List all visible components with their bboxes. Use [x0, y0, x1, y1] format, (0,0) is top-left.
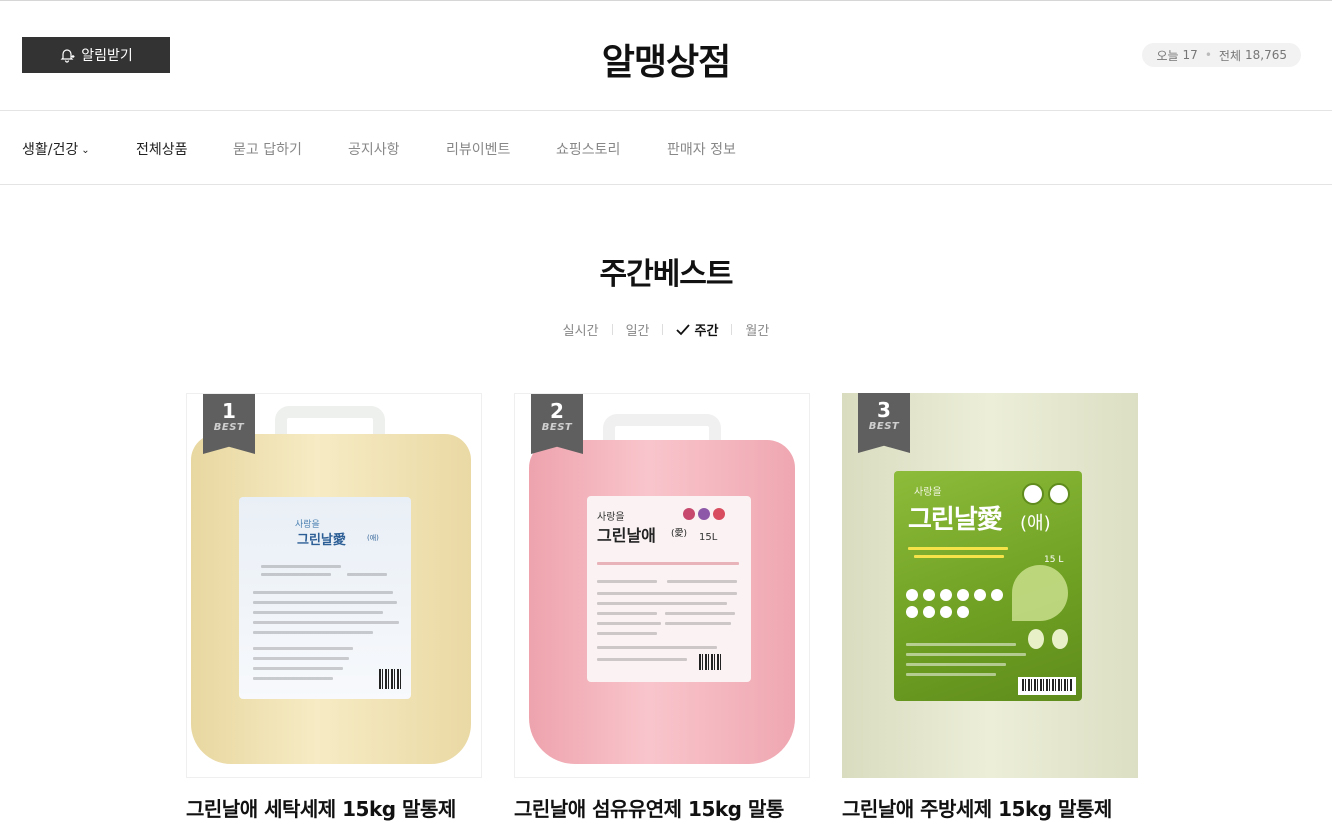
label-brand: 사랑을 [914, 487, 942, 498]
main-nav: 생활/건강 ⌄ 전체상품 묻고 답하기 공지사항 리뷰이벤트 쇼핑스토리 판매자 … [0, 112, 1332, 185]
nav-item-qna[interactable]: 묻고 답하기 [233, 139, 302, 159]
label-title: 그린날愛 [908, 505, 1003, 535]
tab-divider [611, 324, 613, 335]
best-label: BEST [541, 422, 573, 433]
tab-realtime[interactable]: 실시간 [561, 320, 601, 339]
label-sub: (애) [1020, 513, 1051, 534]
barcode [379, 669, 403, 689]
tab-daily[interactable]: 일간 [624, 320, 652, 339]
label-volume: 15 L [1044, 555, 1064, 565]
nav-category-dropdown[interactable]: 생활/건강 ⌄ [22, 139, 90, 159]
tab-divider [662, 324, 664, 335]
eco-badge-icon [1048, 483, 1070, 505]
label-sub: (愛) [671, 529, 688, 539]
rank-number: 2 [550, 399, 564, 423]
eco-badge-icon [1022, 483, 1044, 505]
leaf-bird-icon [1012, 565, 1068, 621]
flower-icons [683, 508, 727, 522]
nav-item-seller-info[interactable]: 판매자 정보 [667, 139, 736, 159]
product-label: 사랑을 그린날愛 (애) 15 L [894, 471, 1082, 701]
check-icon [676, 323, 691, 335]
product-name[interactable]: 그린날애 주방세제 15kg 말통제 [842, 795, 1142, 823]
visitor-counter: 오늘 17 • 전체 18,765 [1142, 43, 1301, 67]
chevron-down-icon: ⌄ [81, 145, 90, 156]
section-title: 주간베스트 [599, 257, 734, 292]
tab-monthly[interactable]: 월간 [743, 320, 771, 339]
product-label: 사랑을 그린날애 (愛) 15L [587, 496, 751, 682]
product-name[interactable]: 그린날애 세탁세제 15kg 말통제 [186, 795, 486, 823]
rank-number: 3 [877, 398, 891, 422]
separator-dot: • [1204, 48, 1212, 62]
rank-badge: 3 BEST [858, 393, 910, 453]
total-label: 전체 [1218, 48, 1241, 63]
nav-item-all-products[interactable]: 전체상품 [136, 139, 188, 159]
product-image[interactable]: 1 BEST 사랑을 그린날愛 (애) [186, 393, 482, 778]
tab-weekly[interactable]: 주간 [674, 320, 720, 339]
store-title[interactable]: 알맹상점 [0, 33, 1332, 85]
drop-icon [1028, 629, 1044, 649]
product-name[interactable]: 그린날애 섬유유연제 15kg 말통 [514, 795, 814, 823]
label-brand: 사랑을 [597, 512, 625, 523]
nav-category-label: 생활/건강 [22, 142, 79, 158]
label-sub: (애) [367, 534, 379, 542]
product-card[interactable]: 2 BEST 사랑을 그린날애 (愛) 15L 그린날애 섬유유연제 15kg … [514, 393, 810, 821]
product-image[interactable]: 3 BEST 사랑을 그린날愛 (애) 15 L [842, 393, 1138, 778]
label-volume: 15L [699, 532, 718, 543]
product-label: 사랑을 그린날愛 (애) [239, 497, 411, 699]
total-count: 18,765 [1245, 48, 1287, 62]
best-label: BEST [868, 421, 900, 432]
barcode [1022, 679, 1072, 691]
drop-icon [1052, 629, 1068, 649]
nav-item-shopping-story[interactable]: 쇼핑스토리 [556, 139, 620, 159]
usage-icons [906, 589, 1010, 618]
barcode [699, 654, 723, 670]
tab-divider [731, 324, 733, 335]
today-label: 오늘 [1156, 48, 1179, 63]
product-card[interactable]: 3 BEST 사랑을 그린날愛 (애) 15 L 그린날애 주방세제 15kg … [842, 393, 1138, 821]
label-title: 그린날愛 [297, 533, 346, 548]
nav-item-notice[interactable]: 공지사항 [348, 139, 400, 159]
rank-number: 1 [222, 399, 236, 423]
period-tabs: 실시간 일간 주간 월간 [0, 320, 1332, 339]
rank-badge: 2 BEST [531, 394, 583, 454]
tab-weekly-label: 주간 [694, 324, 719, 339]
best-label: BEST [213, 422, 245, 433]
nav-item-review-event[interactable]: 리뷰이벤트 [446, 139, 510, 159]
label-title: 그린날애 [597, 526, 656, 545]
store-header: 알림받기 알맹상점 오늘 17 • 전체 18,765 [0, 1, 1332, 111]
barcode-box [1018, 677, 1076, 695]
rank-badge: 1 BEST [203, 394, 255, 454]
product-image[interactable]: 2 BEST 사랑을 그린날애 (愛) 15L [514, 393, 810, 778]
product-card[interactable]: 1 BEST 사랑을 그린날愛 (애) 그린날애 세탁세제 15kg 말통제 [186, 393, 482, 821]
today-count: 17 [1182, 48, 1198, 62]
